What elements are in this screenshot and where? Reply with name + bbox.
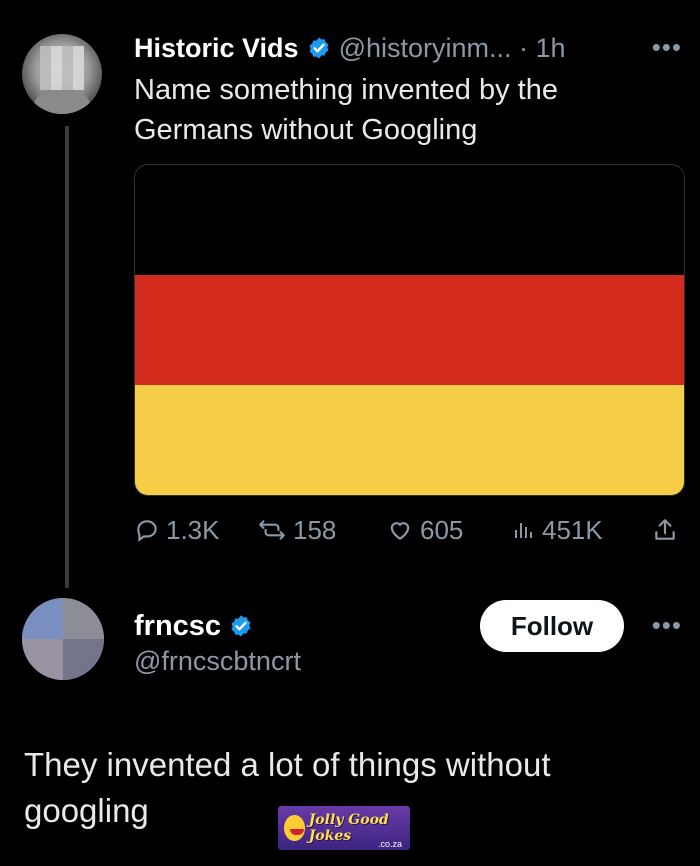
watermark-subtext: .co.za — [377, 839, 402, 849]
avatar-pixel — [63, 598, 104, 639]
reply-count: 1.3K — [166, 514, 220, 545]
like-count: 605 — [420, 514, 464, 545]
views-bar-chart-icon — [515, 523, 532, 538]
tweet-text-line: Name something invented by the — [134, 74, 558, 106]
tweet-text-line: Germans without Googling — [134, 114, 478, 146]
like-button[interactable]: 605 — [386, 515, 463, 546]
tweet-header: Historic Vids @historyinm... · 1h — [134, 28, 566, 68]
smiley-face-icon — [284, 815, 305, 841]
tweet-text: Name something invented by the Germans w… — [134, 70, 674, 150]
views-count: 451K — [542, 514, 603, 545]
reply-button[interactable]: 1.3K — [134, 515, 220, 546]
repost-button[interactable]: 158 — [257, 515, 336, 546]
verified-badge-icon — [309, 37, 328, 59]
flag-stripe-black — [135, 165, 684, 275]
avatar-blur — [40, 46, 84, 90]
tweet-image-german-flag[interactable] — [134, 164, 685, 496]
flag-stripe-gold — [135, 385, 684, 495]
watermark-logo: Jolly Good Jokes .co.za — [278, 806, 410, 850]
repost-count: 158 — [293, 514, 337, 545]
avatar[interactable] — [22, 34, 102, 114]
avatar[interactable] — [22, 598, 104, 680]
verified-badge-icon — [231, 615, 251, 637]
avatar-pixel — [22, 598, 63, 639]
share-button[interactable] — [652, 517, 684, 543]
share-icon — [655, 519, 675, 540]
tweet-actions: 1.3K 158 605 451K — [134, 510, 682, 550]
more-horizontal-icon[interactable]: ••• — [652, 610, 682, 641]
views-button[interactable]: 451K — [512, 515, 603, 546]
more-horizontal-icon[interactable]: ••• — [652, 32, 682, 63]
avatar-pixel — [22, 639, 63, 680]
thread-line — [65, 126, 69, 588]
reply-text-line: They invented a lot of things without — [24, 746, 551, 783]
repost-icon — [259, 520, 285, 540]
author-name[interactable]: frncsc — [134, 610, 221, 643]
flag-stripe-red — [135, 275, 684, 385]
heart-icon — [390, 522, 410, 540]
reply-icon — [137, 520, 157, 542]
author-name[interactable]: Historic Vids — [134, 33, 299, 64]
avatar-pixel — [63, 639, 104, 680]
follow-button[interactable]: Follow — [480, 600, 624, 652]
author-handle[interactable]: @frncscbtncrt — [134, 646, 301, 677]
author-handle-time[interactable]: @historyinm... · 1h — [339, 33, 566, 64]
reply-header: frncsc — [134, 606, 261, 646]
